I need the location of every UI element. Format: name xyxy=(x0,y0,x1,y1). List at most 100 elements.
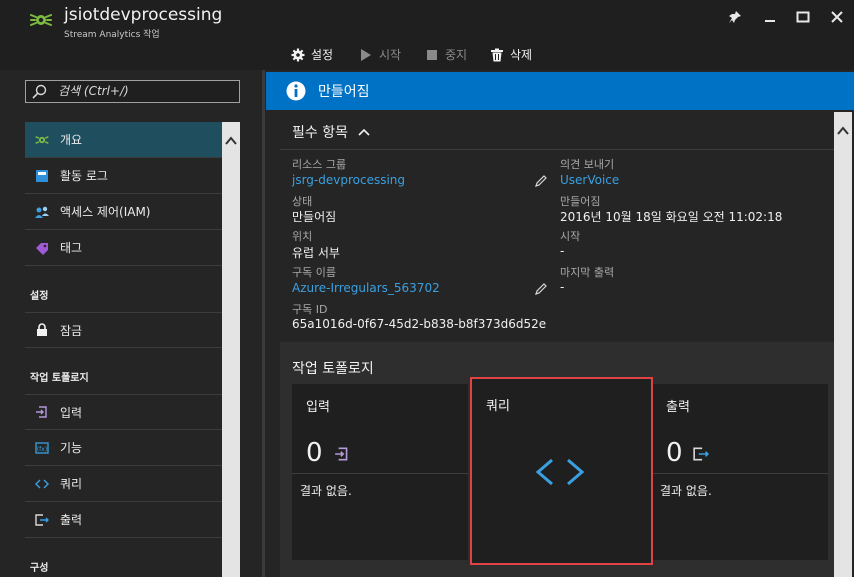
last-output-label: 마지막 출력 xyxy=(560,266,615,279)
sidebar-item-label: 출력 xyxy=(60,513,83,527)
sidebar-item-label: 액세스 제어(IAM) xyxy=(60,205,151,219)
status-banner: 만들어짐 xyxy=(266,72,854,110)
function-icon: (fx) xyxy=(34,440,50,456)
stop-button[interactable]: 중지 xyxy=(425,46,467,63)
input-icon xyxy=(34,404,50,420)
inputs-count: 0 xyxy=(306,438,323,468)
output-icon xyxy=(693,447,709,461)
feedback-label: 의견 보내기 xyxy=(560,158,615,171)
job-topology-title: 작업 토폴로지 xyxy=(292,361,374,377)
output-icon xyxy=(34,512,50,528)
title-bar: jsiotdevprocessing Stream Analytics 작업 xyxy=(0,0,854,40)
resource-group-label: 리소스 그룹 xyxy=(292,158,347,171)
status-value: 만들어짐 xyxy=(292,210,337,224)
sidebar-item-label: 활동 로그 xyxy=(60,169,108,183)
status-label: 상태 xyxy=(292,195,313,208)
essentials-toggle[interactable]: 필수 항목 xyxy=(292,122,370,142)
resource-group-link[interactable]: jsrg-devprocessing xyxy=(292,173,405,187)
play-icon xyxy=(361,48,371,61)
sidebar-item-inputs[interactable]: 입력 xyxy=(25,394,222,430)
sidebar-section-topology: 작업 토폴로지 xyxy=(30,372,89,384)
subscription-label: 구독 이름 xyxy=(292,266,336,279)
subscription-id-label: 구독 ID xyxy=(292,303,328,316)
uservoice-link[interactable]: UserVoice xyxy=(560,173,619,187)
start-time-value: - xyxy=(560,244,565,258)
delete-label: 삭제 xyxy=(510,48,533,62)
input-icon xyxy=(335,447,348,461)
outputs-tile-title: 출력 xyxy=(666,400,690,415)
sidebar-nav: 개요 활동 로그 액세스 제어(IAM) 태그 설정 잠금 작업 토폴로지 입력… xyxy=(25,122,222,577)
edit-resource-group-icon[interactable] xyxy=(534,174,548,188)
sidebar-item-label: 쿼리 xyxy=(60,477,83,491)
sidebar-item-overview[interactable]: 개요 xyxy=(25,122,222,158)
sidebar-item-functions[interactable]: (fx) 기능 xyxy=(25,430,222,466)
chevron-up-icon[interactable] xyxy=(225,136,237,146)
trash-icon xyxy=(491,48,503,61)
last-output-value: - xyxy=(560,280,565,294)
sidebar: 검색 (Ctrl+/) 개요 활동 로그 액세스 제어(IAM) 태그 설정 잠… xyxy=(0,70,258,577)
subscription-id-value: 65a1016d-0f67-45d2-b838-b8f373d6d52e xyxy=(292,317,547,331)
status-banner-text: 만들어짐 xyxy=(318,84,370,100)
stop-label: 중지 xyxy=(445,48,468,62)
stream-analytics-icon xyxy=(30,14,52,26)
inputs-tile[interactable]: 입력 0 결과 없음. xyxy=(292,384,468,560)
window-title: jsiotdevprocessing xyxy=(64,5,223,25)
query-tile-title: 쿼리 xyxy=(486,399,510,414)
iam-icon xyxy=(34,204,50,220)
sidebar-item-label: 태그 xyxy=(60,241,83,255)
created-value: 2016년 10월 18일 화요일 오전 11:02:18 xyxy=(560,210,783,224)
inputs-tile-title: 입력 xyxy=(306,400,330,415)
location-value: 유럽 서부 xyxy=(292,246,340,260)
sidebar-item-activity-log[interactable]: 활동 로그 xyxy=(25,158,222,194)
lock-icon xyxy=(34,322,50,338)
search-input[interactable]: 검색 (Ctrl+/) xyxy=(25,80,240,103)
gear-icon xyxy=(291,48,305,61)
sidebar-item-query[interactable]: 쿼리 xyxy=(25,466,222,502)
sidebar-scrollbar[interactable] xyxy=(222,122,240,577)
sidebar-section-settings: 설정 xyxy=(30,290,49,302)
start-time-label: 시작 xyxy=(560,230,581,243)
chevron-up-icon xyxy=(358,128,370,136)
blade-scrollbar[interactable] xyxy=(834,112,852,577)
inputs-tile-divider xyxy=(292,473,468,474)
chevron-up-icon[interactable] xyxy=(837,126,849,136)
sidebar-item-locks[interactable]: 잠금 xyxy=(25,312,222,348)
search-placeholder: 검색 (Ctrl+/) xyxy=(58,84,129,98)
sidebar-item-iam[interactable]: 액세스 제어(IAM) xyxy=(25,194,222,230)
minimize-icon[interactable] xyxy=(757,6,783,28)
settings-label: 설정 xyxy=(311,48,334,62)
sidebar-item-tags[interactable]: 태그 xyxy=(25,230,222,266)
close-icon[interactable] xyxy=(824,6,850,28)
sidebar-item-label: 개요 xyxy=(60,133,83,147)
edit-subscription-icon[interactable] xyxy=(534,282,548,296)
query-icon xyxy=(34,476,50,492)
sidebar-item-label: 기능 xyxy=(60,441,83,455)
activity-log-icon xyxy=(34,168,50,184)
outputs-empty-text: 결과 없음. xyxy=(660,484,712,498)
sidebar-item-label: 입력 xyxy=(60,405,83,420)
settings-button[interactable]: 설정 xyxy=(291,46,333,63)
svg-text:(fx): (fx) xyxy=(37,446,47,453)
stream-analytics-icon xyxy=(34,132,50,148)
maximize-icon[interactable] xyxy=(790,6,816,28)
blade-divider xyxy=(262,70,265,577)
subscription-link[interactable]: Azure-Irregulars_563702 xyxy=(292,281,440,295)
outputs-tile[interactable]: 출력 0 결과 없음. xyxy=(652,384,828,560)
pin-icon[interactable] xyxy=(722,6,748,28)
window-subtitle: Stream Analytics 작업 xyxy=(64,30,160,40)
sidebar-section-config: 구성 xyxy=(30,562,49,574)
stop-icon xyxy=(427,49,437,60)
outputs-count: 0 xyxy=(666,438,683,468)
location-label: 위치 xyxy=(292,230,313,243)
created-label: 만들어짐 xyxy=(560,195,601,208)
code-brackets-icon xyxy=(535,458,585,486)
query-tile[interactable]: 쿼리 xyxy=(470,377,653,565)
tag-icon xyxy=(34,240,50,256)
sidebar-item-outputs[interactable]: 출력 xyxy=(25,502,222,538)
essentials-divider xyxy=(280,149,834,150)
search-icon xyxy=(32,84,47,99)
start-label: 시작 xyxy=(379,48,402,62)
delete-button[interactable]: 삭제 xyxy=(490,46,532,63)
start-button[interactable]: 시작 xyxy=(359,46,401,63)
command-bar: 설정 시작 중지 삭제 xyxy=(0,40,854,70)
